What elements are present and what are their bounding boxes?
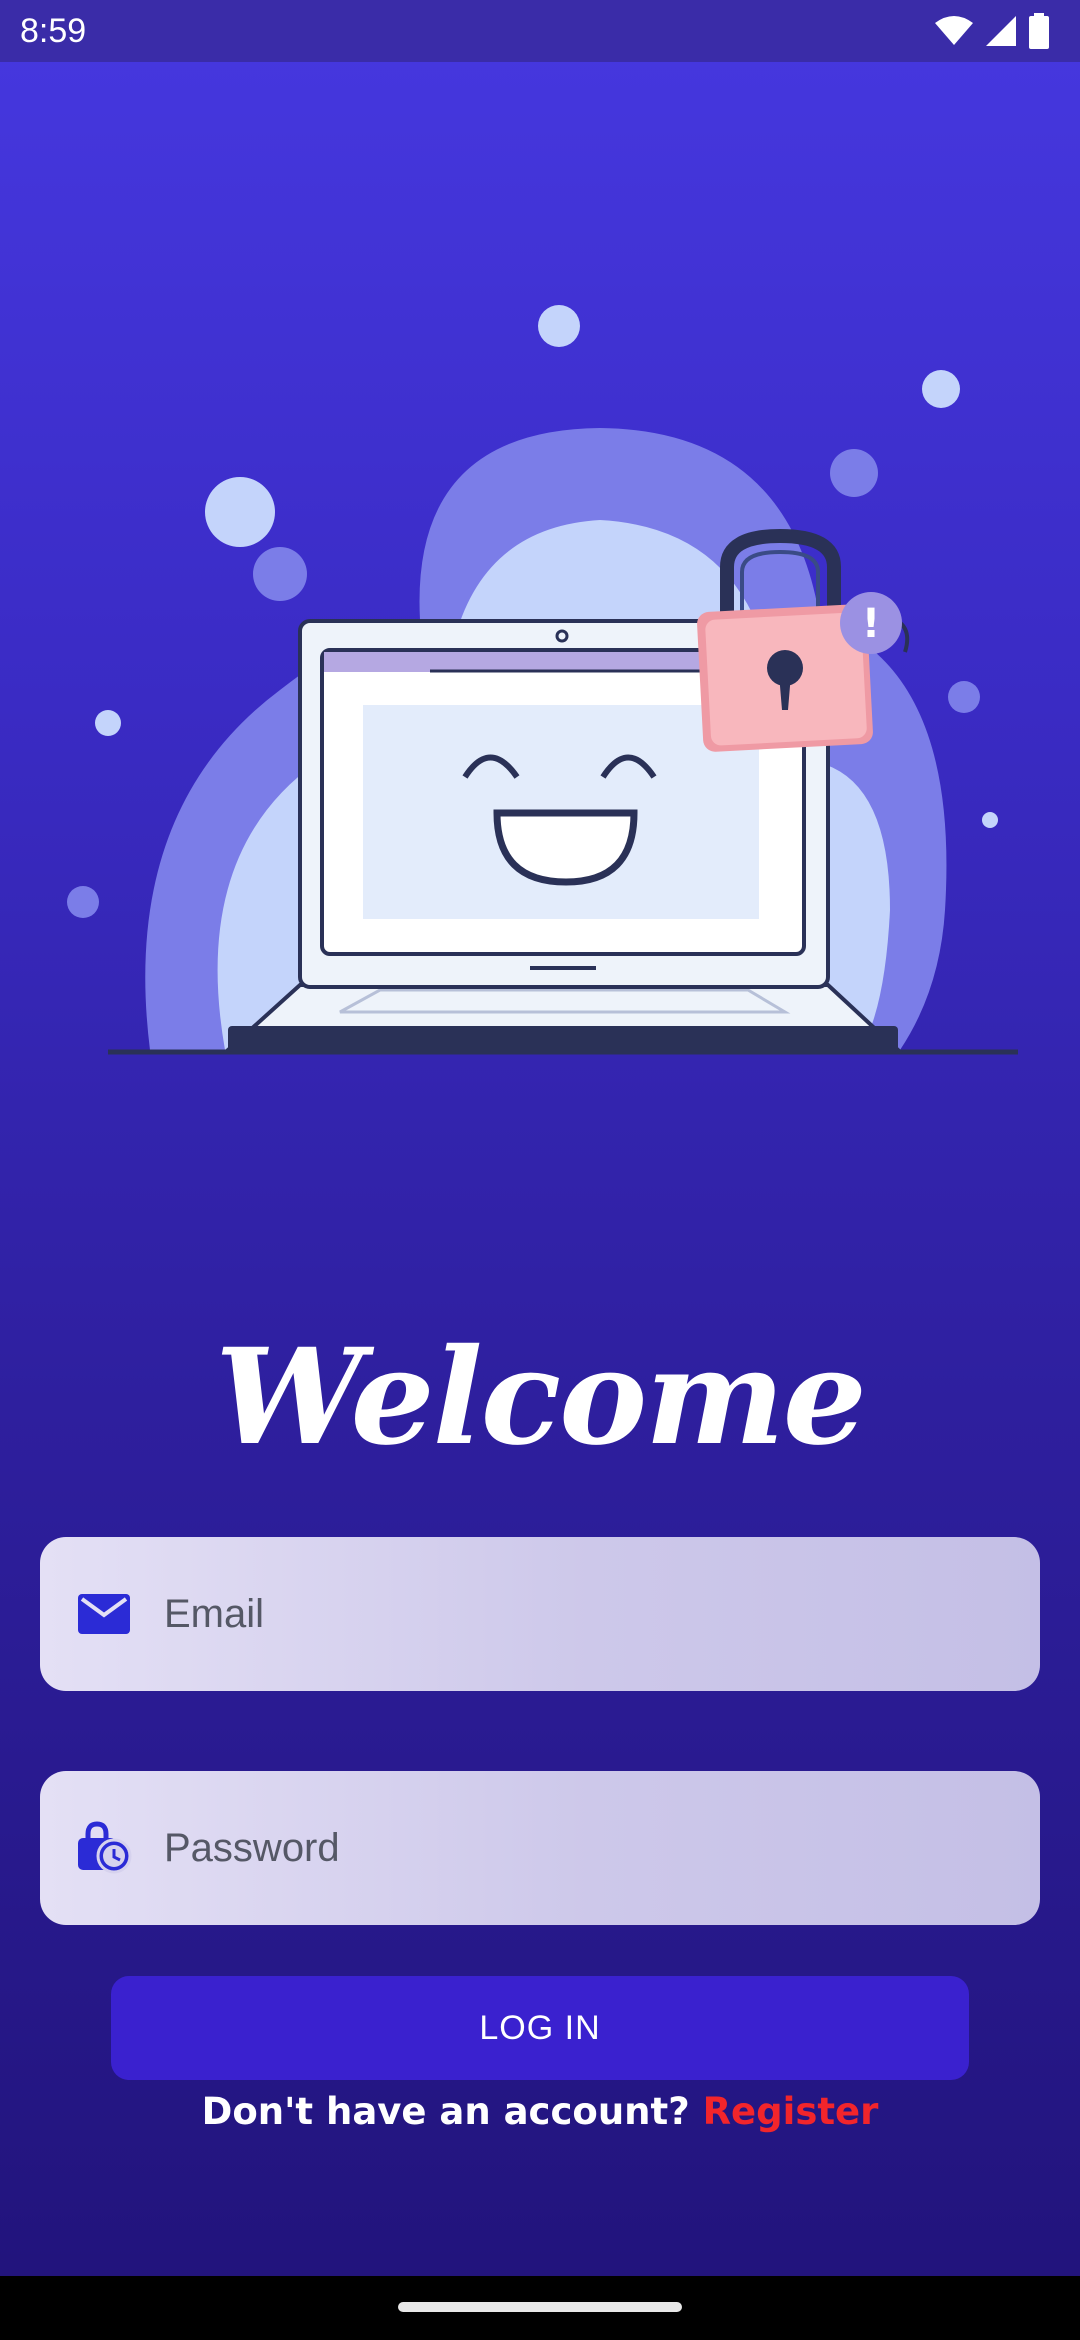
password-field[interactable] (40, 1771, 1040, 1925)
login-button[interactable]: LOG IN (111, 1976, 969, 2080)
status-bar: 8:59 (0, 0, 1080, 62)
battery-icon (1029, 13, 1049, 49)
cellular-signal-icon (986, 16, 1016, 46)
status-time: 8:59 (20, 12, 87, 50)
email-input[interactable] (164, 1537, 1010, 1691)
register-prompt: Don't have an account? Register (0, 2090, 1080, 2133)
navigation-bar (0, 2276, 1080, 2340)
decor-bubble (538, 305, 580, 347)
home-gesture-handle[interactable] (398, 2302, 682, 2312)
decor-bubble (922, 370, 960, 408)
decor-bubble (948, 681, 980, 713)
welcome-title: Welcome (215, 1320, 867, 1475)
decor-bubble (67, 886, 99, 918)
wifi-icon (935, 16, 973, 45)
decor-bubble (982, 812, 998, 828)
decor-bubble (830, 449, 878, 497)
register-prompt-text: Don't have an account? (201, 2090, 703, 2133)
decor-bubble (253, 547, 307, 601)
alert-badge-text: ! (862, 601, 880, 647)
mail-icon (78, 1594, 130, 1634)
status-icons (934, 13, 1050, 49)
decor-bubble (205, 477, 275, 547)
laptop-with-padlock-illustration: ! (67, 305, 1018, 1055)
register-link[interactable]: Register (703, 2090, 879, 2133)
password-input[interactable] (164, 1771, 1010, 1925)
email-field[interactable] (40, 1537, 1040, 1691)
decor-bubble (95, 710, 121, 736)
lock-clock-icon (78, 1821, 132, 1874)
